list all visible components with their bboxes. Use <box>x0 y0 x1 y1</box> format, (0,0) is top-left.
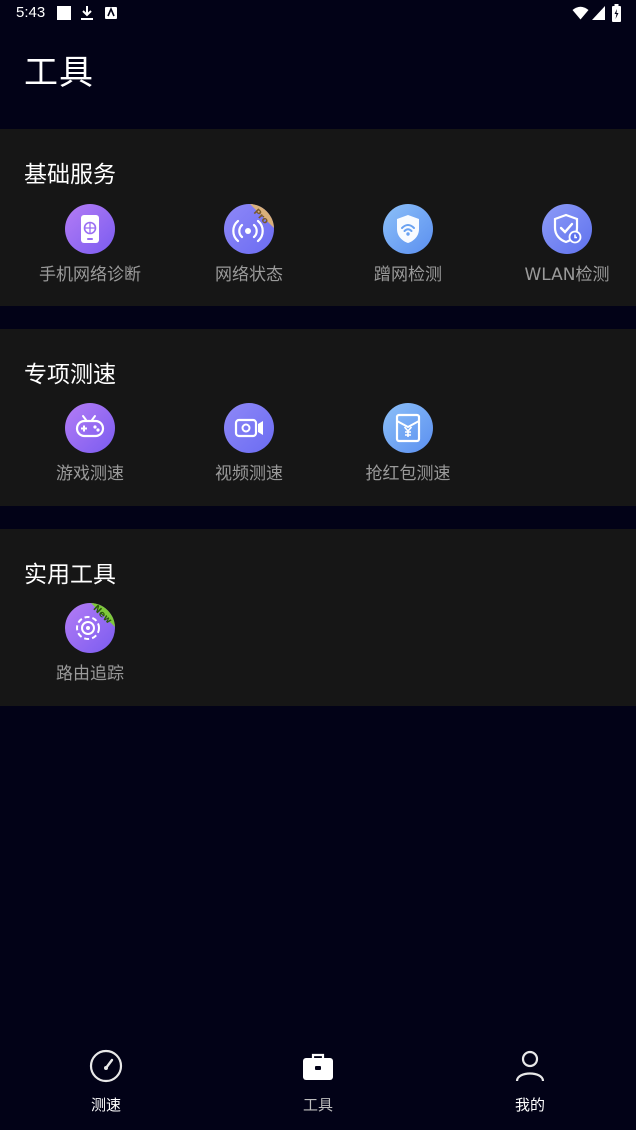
section-practical-tools: 实用工具 New 路由追踪 <box>0 529 636 706</box>
status-time: 5:43 <box>16 4 46 21</box>
tool-label: 抢红包测速 <box>365 464 451 484</box>
page-title: 工具 <box>24 53 94 93</box>
tool-red-envelope-speedtest[interactable]: 抢红包测速 <box>328 403 488 484</box>
tool-label: 手机网络诊断 <box>39 265 141 285</box>
signal-broadcast-icon: Pro <box>224 204 274 254</box>
shield-check-icon <box>542 204 592 254</box>
nav-label: 工具 <box>302 1096 333 1114</box>
person-icon <box>515 1050 545 1082</box>
section-title: 基础服务 <box>24 162 116 188</box>
bottom-nav: 测速 工具 我的 <box>0 1040 636 1130</box>
tool-label: 路由追踪 <box>56 664 124 684</box>
wifi-icon <box>572 6 589 20</box>
nav-speedtest[interactable]: 测速 <box>46 1048 166 1115</box>
tool-wlan-check[interactable]: WLAN检测 <box>487 204 636 285</box>
download-icon <box>81 6 93 20</box>
tool-label: 视频测速 <box>215 464 283 484</box>
tool-game-speedtest[interactable]: 游戏测速 <box>10 403 170 484</box>
nav-label: 测速 <box>90 1096 121 1114</box>
section-basic-services: 基础服务 手机网络诊断 Pro 网络状态 蹭网检测 WLAN检测 <box>0 129 636 306</box>
tool-label: 游戏测速 <box>56 464 124 484</box>
nav-mine[interactable]: 我的 <box>470 1048 590 1115</box>
tool-label: 网络状态 <box>215 265 283 285</box>
tool-video-speedtest[interactable]: 视频测速 <box>169 403 329 484</box>
phone-network-icon <box>65 204 115 254</box>
section-special-speedtest: 专项测速 游戏测速 视频测速 抢红包测速 <box>0 329 636 506</box>
tool-wifi-leech-check[interactable]: 蹭网检测 <box>328 204 488 285</box>
tools-screen: 5:43 工具 基础服务 手机网络诊断 Pro 网络状态 蹭网检测 WLAN检测… <box>0 0 636 1130</box>
tool-route-trace[interactable]: New 路由追踪 <box>10 603 170 684</box>
speedometer-icon <box>89 1049 123 1083</box>
nav-label: 我的 <box>514 1096 545 1114</box>
section-title: 专项测速 <box>24 362 116 388</box>
nav-tools[interactable]: 工具 <box>258 1048 378 1115</box>
tool-network-status[interactable]: Pro 网络状态 <box>169 204 329 285</box>
tool-label: WLAN检测 <box>524 265 610 285</box>
status-bar: 5:43 <box>0 0 636 28</box>
tool-phone-network-diagnosis[interactable]: 手机网络诊断 <box>10 204 170 285</box>
toolbox-icon <box>303 1053 333 1080</box>
battery-charging-icon <box>612 4 621 22</box>
tool-label: 蹭网检测 <box>374 265 442 285</box>
red-envelope-icon <box>383 403 433 453</box>
gamepad-icon <box>65 403 115 453</box>
cellular-signal-icon <box>592 6 605 20</box>
shield-wifi-icon <box>383 204 433 254</box>
notification-square-icon <box>57 6 71 20</box>
route-trace-icon: New <box>65 603 115 653</box>
section-title: 实用工具 <box>24 562 116 588</box>
video-camera-icon <box>224 403 274 453</box>
app-notification-icon <box>105 6 117 19</box>
